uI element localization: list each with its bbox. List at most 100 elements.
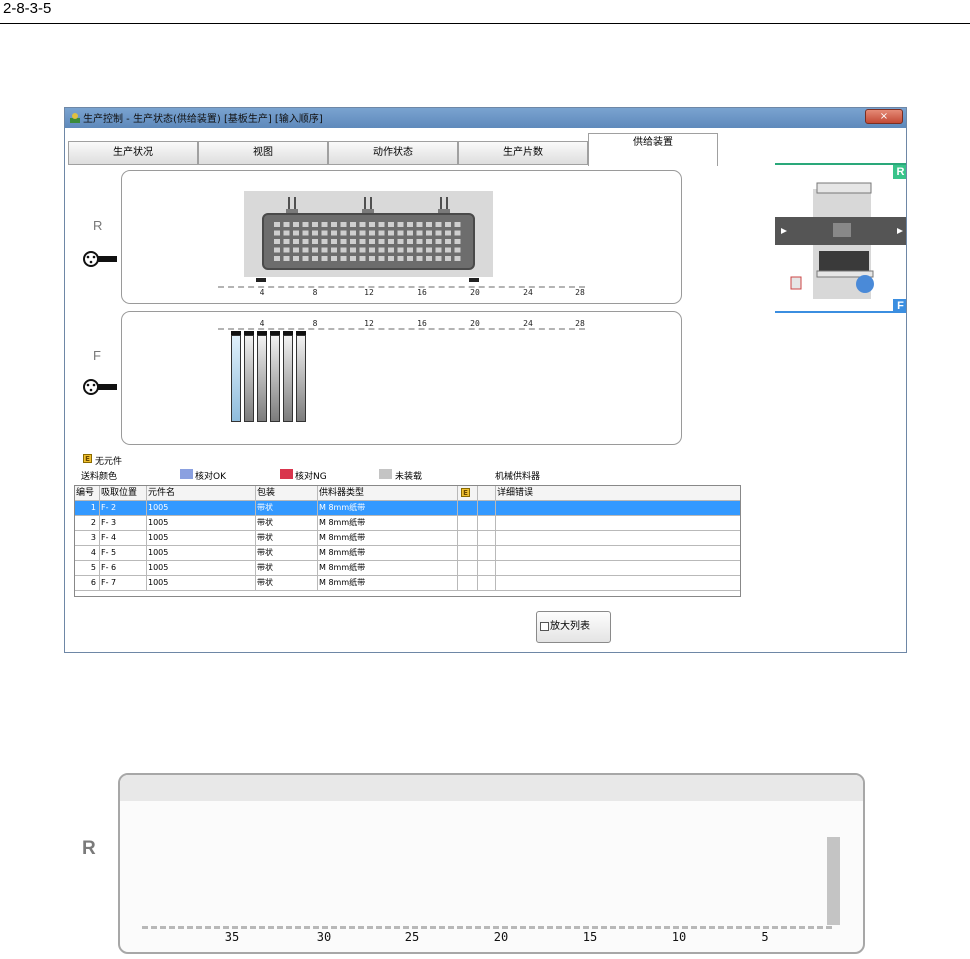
pcb-pad: [407, 222, 413, 227]
nozzle-tip: [368, 209, 374, 213]
rear-tick-label: 12: [364, 288, 374, 297]
pcb-pad: [302, 230, 309, 236]
rear-tick-label: 24: [523, 288, 533, 297]
tab-production-status[interactable]: 生产状况: [68, 141, 198, 165]
enlarged-tick-label: 30: [316, 930, 332, 944]
row-e: [458, 516, 478, 531]
row-e: [458, 561, 478, 576]
pcb-pad: [445, 247, 451, 253]
rear-tick-label: 4: [259, 288, 265, 297]
pcb-pad: [378, 247, 385, 253]
pcb-pad: [283, 247, 290, 253]
row-package: 带状: [256, 546, 318, 561]
row-e: [458, 576, 478, 591]
pcb-pad: [293, 222, 299, 227]
pcb-pad: [331, 239, 337, 244]
pcb-pad: [302, 256, 309, 261]
pcb-pad: [340, 239, 347, 244]
row-part-name: 1005: [147, 516, 256, 531]
pcb-pad: [359, 247, 366, 253]
table-row[interactable]: 4 F- 5 1005 带状 M 8mm纸带: [75, 546, 740, 561]
machine-rear-label: R: [893, 165, 906, 179]
pcb-pad: [388, 256, 394, 261]
row-feeder-type: M 8mm纸带: [318, 531, 458, 546]
mechanical-feeder-label: 机械供料器: [495, 472, 541, 482]
feeder-f6[interactable]: [283, 335, 293, 422]
pcb-pad: [445, 222, 451, 227]
header-feeder-type[interactable]: 供料器类型: [318, 486, 458, 501]
pcb-pad: [274, 239, 280, 244]
row-e: [458, 501, 478, 516]
pcb-pad: [435, 239, 442, 244]
pcb-pad: [435, 256, 442, 261]
table-row[interactable]: 6 F- 7 1005 带状 M 8mm纸带: [75, 576, 740, 591]
row-pickup-position: F- 3: [100, 516, 147, 531]
enlarged-tick-label: 20: [493, 930, 509, 944]
pcb-pad: [407, 256, 413, 261]
feeder-f5[interactable]: [270, 335, 280, 422]
pcb-pad: [274, 222, 280, 227]
row-package: 带状: [256, 501, 318, 516]
feeder-f4[interactable]: [257, 335, 267, 422]
feeder-f3[interactable]: [244, 335, 254, 422]
row-detail-error: [496, 501, 740, 516]
pcb-pad: [369, 247, 375, 253]
rear-tick-label: 8: [312, 288, 318, 297]
row-pickup-position: F- 2: [100, 501, 147, 516]
header-no[interactable]: 编号: [75, 486, 100, 501]
pcb-pad: [283, 256, 290, 261]
pcb-pad: [331, 256, 337, 261]
pcb-pad: [340, 247, 347, 253]
app-icon: [70, 113, 80, 123]
header-detail-error[interactable]: 详细错误: [496, 486, 740, 501]
pcb-pad: [397, 230, 404, 236]
rear-tick-label: 16: [417, 288, 427, 297]
pcb-pad: [388, 222, 394, 227]
table-row[interactable]: 5 F- 6 1005 带状 M 8mm纸带: [75, 561, 740, 576]
feeder-f2-selected[interactable]: [231, 335, 241, 422]
front-feeder-panel: [121, 311, 682, 445]
row-part-name: 1005: [147, 546, 256, 561]
header-e[interactable]: E: [458, 486, 478, 501]
tab-view[interactable]: 视图: [198, 141, 328, 165]
enlarged-feeder-bar: [827, 837, 840, 925]
pcb-pad: [331, 230, 337, 236]
pcb-pad: [416, 256, 423, 261]
enlarge-list-button[interactable]: 放大列表: [536, 611, 611, 643]
pcb-pad: [388, 247, 394, 253]
pcb-pad: [378, 256, 385, 261]
table-row[interactable]: 2 F- 3 1005 带状 M 8mm纸带: [75, 516, 740, 531]
pcb-pad: [454, 222, 461, 227]
front-tick-label: 4: [259, 319, 265, 328]
close-button[interactable]: ×: [865, 109, 903, 124]
title-bar[interactable]: 生产控制 - 生产状态(供给装置) [基板生产] [输入顺序] ×: [65, 108, 906, 128]
row-e: [458, 546, 478, 561]
row-detail-error: [496, 516, 740, 531]
enlarge-list-checkbox[interactable]: [540, 621, 549, 631]
not-loaded-color-swatch: [379, 469, 392, 479]
pcb-pad: [388, 239, 394, 244]
table-row[interactable]: 1 F- 2 1005 带状 M 8mm纸带: [75, 501, 740, 516]
pcb-pad: [454, 230, 461, 236]
tab-action-status[interactable]: 动作状态: [328, 141, 458, 165]
pcb-pad: [378, 230, 385, 236]
row-blank: [478, 516, 496, 531]
not-loaded-label: 未装载: [395, 472, 423, 482]
pcb-pad: [378, 239, 385, 244]
header-pickup-position[interactable]: 吸取位置: [100, 486, 147, 501]
pcb-pad: [293, 239, 299, 244]
feeder-f7[interactable]: [296, 335, 306, 422]
pcb-pad: [369, 222, 375, 227]
table-row[interactable]: 3 F- 4 1005 带状 M 8mm纸带: [75, 531, 740, 546]
pcb-pad: [426, 222, 432, 227]
enlarged-tick-label: 10: [671, 930, 687, 944]
row-package: 带状: [256, 561, 318, 576]
tab-production-count[interactable]: 生产片数: [458, 141, 588, 165]
pcb-pad: [350, 247, 356, 253]
row-package: 带状: [256, 531, 318, 546]
header-package[interactable]: 包装: [256, 486, 318, 501]
header-blank[interactable]: [478, 486, 496, 501]
pcb-pad: [302, 239, 309, 244]
header-part-name[interactable]: 元件名: [147, 486, 256, 501]
tab-feeder[interactable]: 供给装置: [588, 133, 718, 166]
